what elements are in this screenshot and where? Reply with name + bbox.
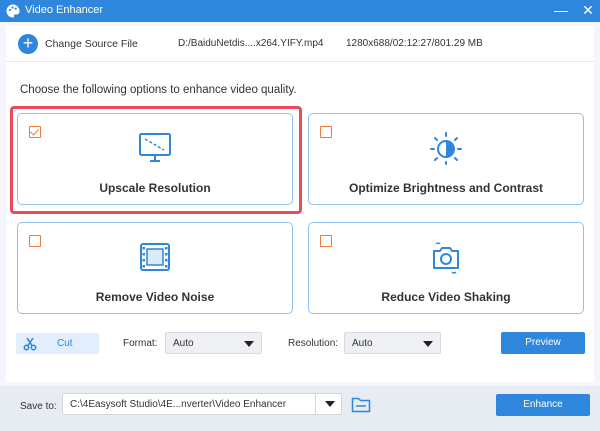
remove-noise-label: Remove Video Noise xyxy=(95,290,215,304)
resolution-value: Auto xyxy=(352,338,373,349)
chevron-down-icon xyxy=(423,341,433,347)
resolution-select[interactable]: Auto xyxy=(344,332,441,354)
option-reduce-shaking[interactable]: Reduce Video Shaking xyxy=(308,222,584,314)
brightness-icon xyxy=(430,132,462,165)
footer-bar: Save to: C:\4Easysoft Studio\4E...nverte… xyxy=(0,386,600,431)
minimize-button[interactable]: — xyxy=(550,0,572,22)
reduce-shaking-label: Reduce Video Shaking xyxy=(381,290,511,304)
source-file-info: 1280x688/02:12:27/801.29 MB xyxy=(346,38,483,49)
scissors-icon xyxy=(23,337,37,351)
title-bar: Video Enhancer — ✕ xyxy=(0,0,600,22)
save-to-label: Save to: xyxy=(20,401,57,412)
enhance-button[interactable]: Enhance xyxy=(496,394,590,416)
format-value: Auto xyxy=(173,338,194,349)
source-file-bar: + Change Source File D:/BaiduNetdis....x… xyxy=(6,26,594,62)
add-source-icon[interactable]: + xyxy=(18,34,38,54)
palette-icon xyxy=(6,4,20,18)
optimize-brightness-checkbox[interactable] xyxy=(320,126,332,138)
source-file-path: D:/BaiduNetdis....x264.YIFY.mp4 xyxy=(178,38,324,49)
remove-noise-checkbox[interactable] xyxy=(29,235,41,247)
camera-stabilize-icon xyxy=(433,242,459,274)
instructions-text: Choose the following options to enhance … xyxy=(20,84,297,96)
reduce-shaking-checkbox[interactable] xyxy=(320,235,332,247)
option-upscale-resolution[interactable]: Upscale Resolution xyxy=(17,113,293,205)
format-label: Format: xyxy=(123,338,158,349)
upscale-resolution-label: Upscale Resolution xyxy=(99,181,211,195)
close-button[interactable]: ✕ xyxy=(577,0,599,22)
chevron-down-icon xyxy=(244,341,254,347)
save-path-field[interactable]: C:\4Easysoft Studio\4E...nverter\Video E… xyxy=(62,393,342,415)
change-source-file-button[interactable]: Change Source File xyxy=(45,38,138,50)
monitor-upscale-icon xyxy=(139,133,171,162)
window-title: Video Enhancer xyxy=(25,4,104,16)
cut-label: Cut xyxy=(57,338,73,349)
save-path-value: C:\4Easysoft Studio\4E...nverter\Video E… xyxy=(70,399,287,410)
format-select[interactable]: Auto xyxy=(165,332,262,354)
upscale-resolution-checkbox[interactable] xyxy=(29,126,41,138)
optimize-brightness-label: Optimize Brightness and Contrast xyxy=(348,181,544,195)
option-remove-noise[interactable]: Remove Video Noise xyxy=(17,222,293,314)
preview-button[interactable]: Preview xyxy=(501,332,585,354)
film-noise-icon xyxy=(140,243,170,271)
folder-icon[interactable] xyxy=(351,396,371,413)
resolution-label: Resolution: xyxy=(288,338,339,349)
cut-button[interactable]: Cut xyxy=(16,333,99,354)
option-optimize-brightness[interactable]: Optimize Brightness and Contrast xyxy=(308,113,584,205)
save-path-dropdown[interactable] xyxy=(315,394,343,414)
